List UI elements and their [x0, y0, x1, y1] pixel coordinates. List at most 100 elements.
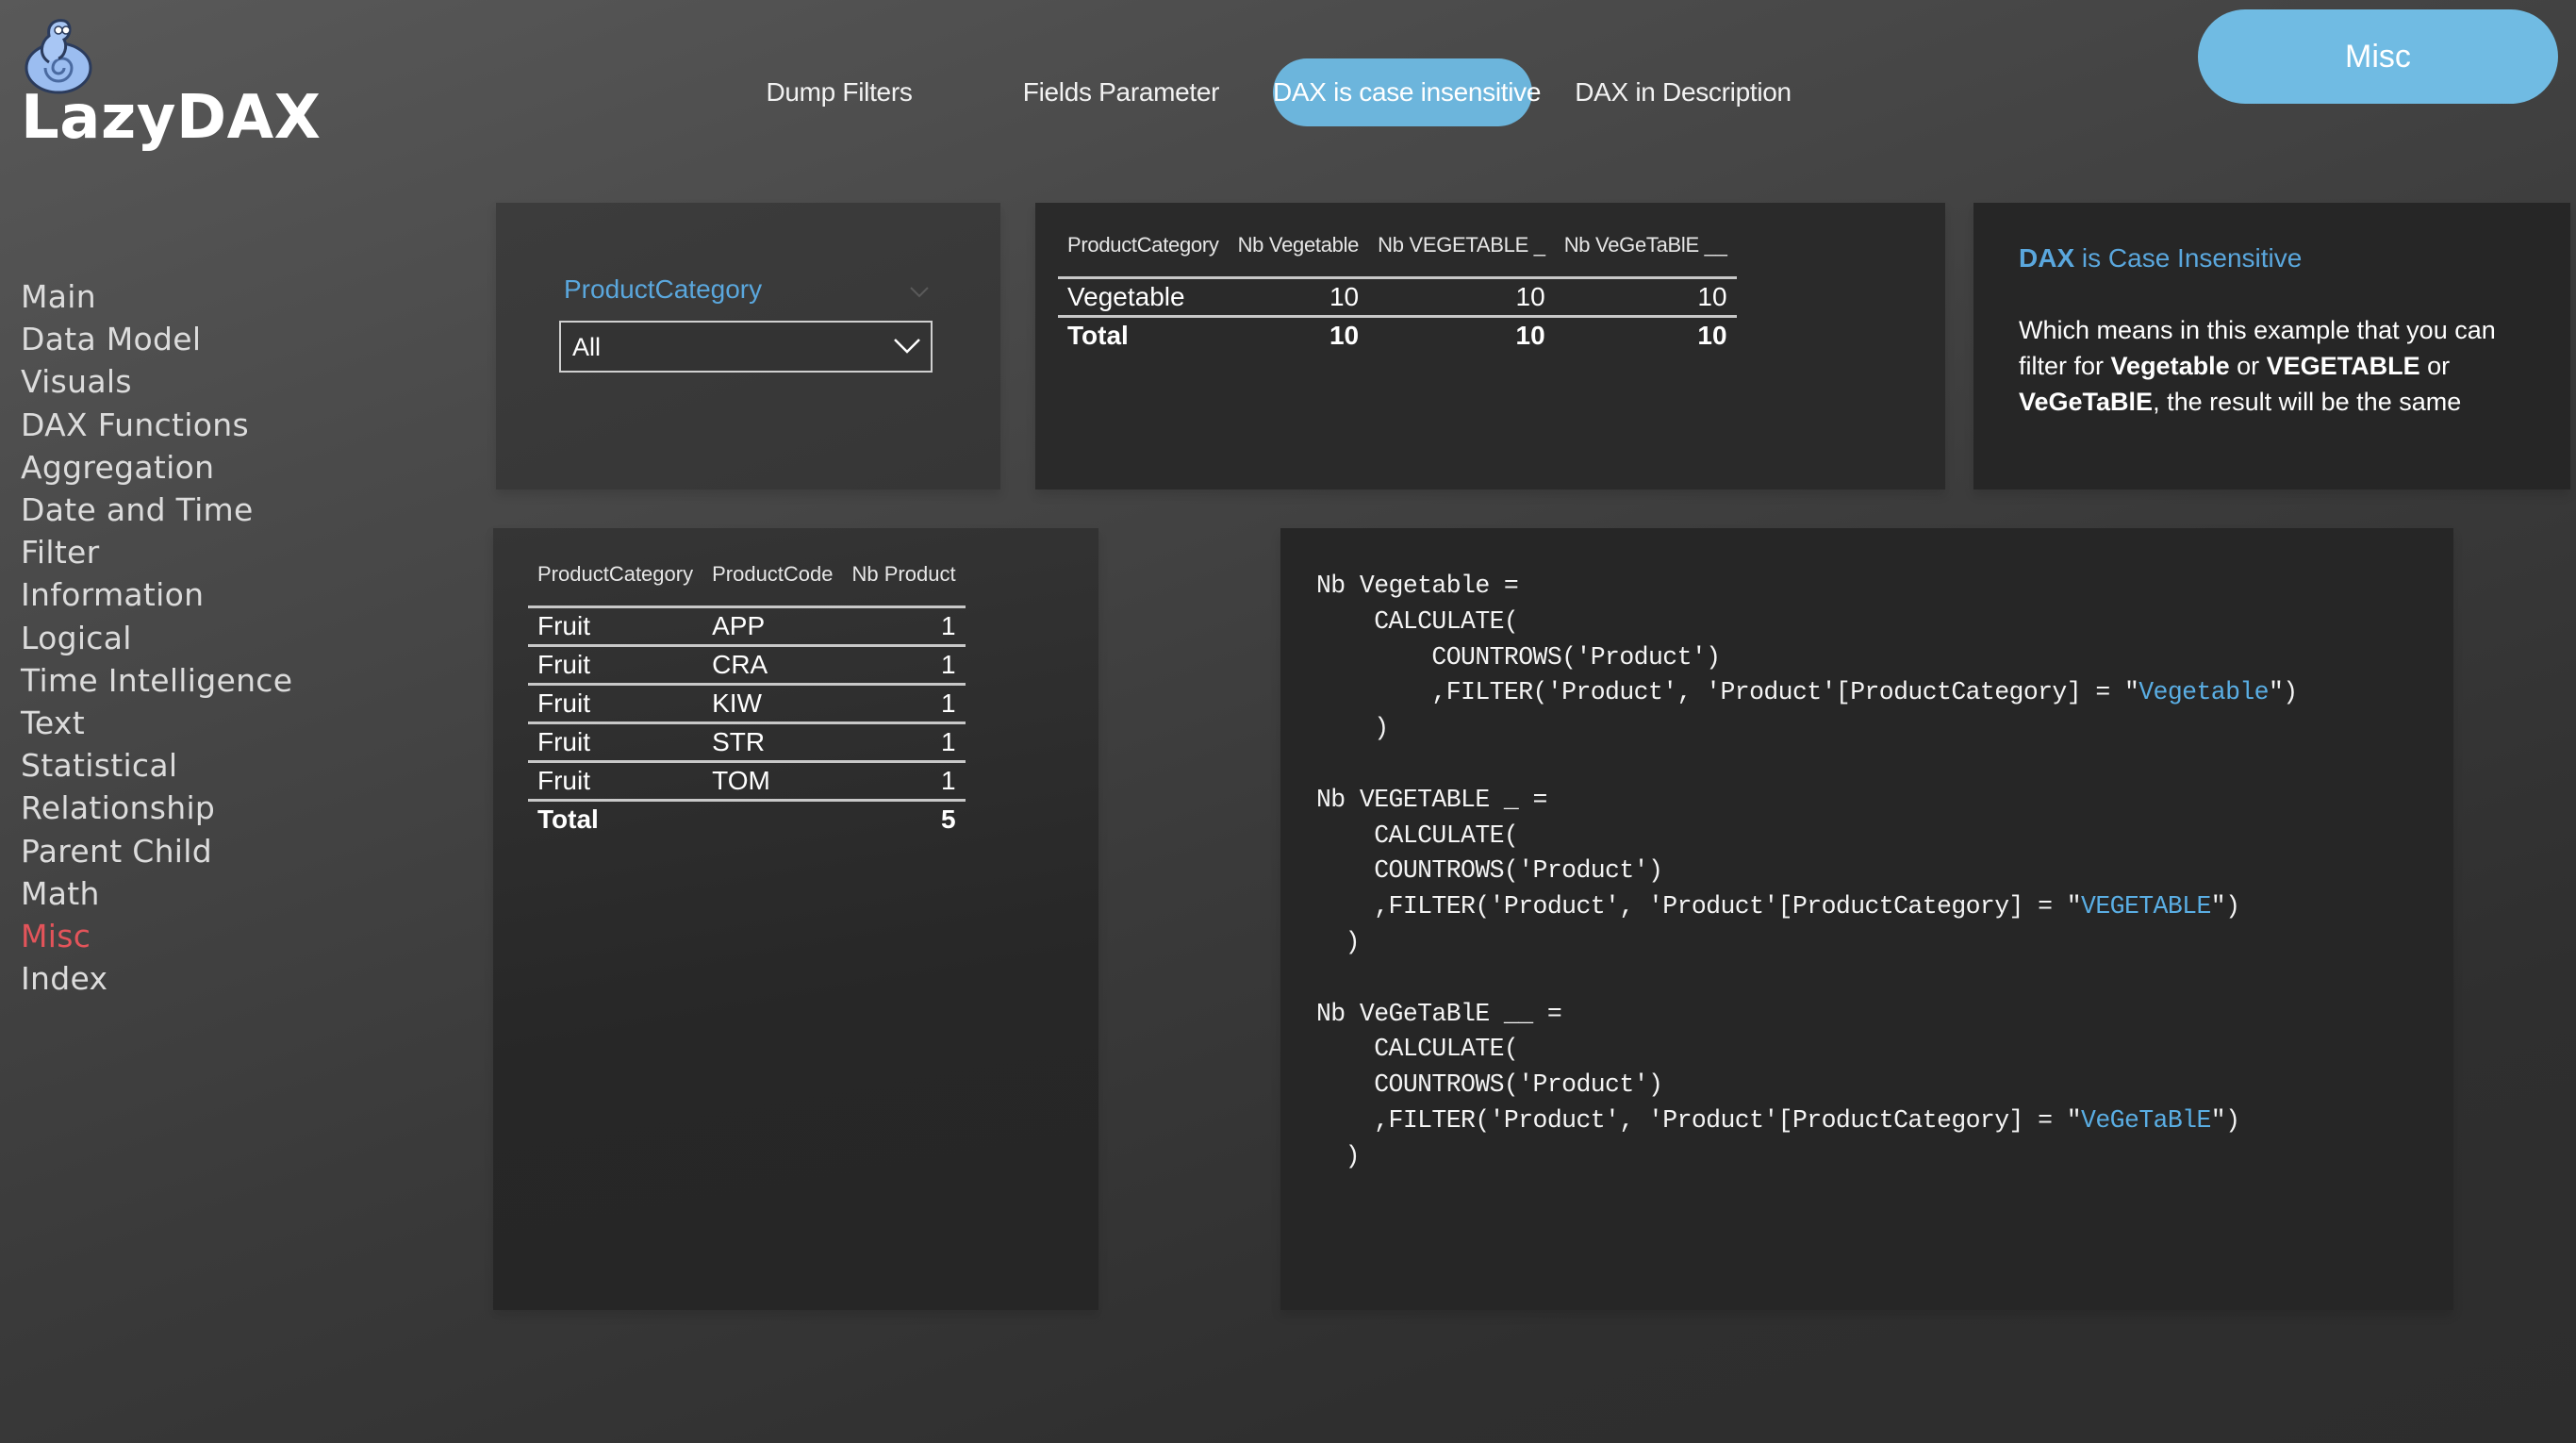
note-body: Which means in this example that you can… — [2019, 312, 2547, 420]
sidebar-item-filter[interactable]: Filter — [21, 531, 292, 573]
table-total-row: Total 5 — [528, 801, 966, 838]
code-line: COUNTROWS('Product') — [1316, 1068, 2298, 1103]
table-cell: 10 — [1228, 277, 1369, 318]
code-line: Nb VeGeTaBlE __ = — [1316, 997, 2298, 1033]
section-misc-button[interactable]: Misc — [2198, 9, 2558, 104]
note-text: or — [2229, 352, 2267, 380]
sidebar-item-aggregation[interactable]: Aggregation — [21, 446, 292, 489]
column-header[interactable]: Nb VeGeTaBlE __ — [1554, 214, 1737, 279]
table-row: Fruit STR 1 — [528, 722, 966, 763]
sidebar-item-math[interactable]: Math — [21, 872, 292, 915]
products-table: ProductCategory ProductCode Nb Product F… — [528, 543, 966, 838]
table-cell: TOM — [702, 761, 843, 802]
note-bold: VeGeTaBlE — [2019, 388, 2154, 416]
table-cell: 1 — [842, 722, 966, 763]
sidebar-item-text[interactable]: Text — [21, 702, 292, 744]
code-string-literal: VeGeTaBlE — [2081, 1105, 2211, 1135]
vegetable-count-matrix-panel: ProductCategory Nb Vegetable Nb VEGETABL… — [1035, 203, 1945, 489]
table-cell: Fruit — [528, 606, 703, 647]
code-line: ,FILTER('Product', 'Product'[ProductCate… — [1316, 1103, 2298, 1139]
slicer-header-chevron-icon[interactable] — [909, 286, 930, 299]
code-line: ) — [1316, 1139, 2298, 1175]
table-row: Fruit APP 1 — [528, 606, 966, 647]
code-text: ,FILTER('Product', 'Product'[ProductCate… — [1316, 678, 2139, 707]
app-logo-text: LazyDAX — [21, 83, 322, 153]
table-cell: 10 — [1554, 277, 1737, 318]
table-cell: Total — [1067, 321, 1129, 350]
sidebar-item-parent-child[interactable]: Parent Child — [21, 830, 292, 872]
nav-dax-case-insensitive[interactable]: DAX is case insensitive — [1273, 58, 1541, 126]
code-text: COUNTROWS('Product') — [1316, 1070, 1663, 1100]
code-text: ,FILTER('Product', 'Product'[ProductCate… — [1316, 892, 2082, 921]
nav-dump-filters[interactable]: Dump Filters — [754, 58, 924, 126]
snail-logo-icon — [21, 8, 94, 94]
code-string-literal: VEGETABLE — [2081, 892, 2211, 921]
sidebar-item-visuals[interactable]: Visuals — [21, 360, 292, 403]
vegetable-count-table: ProductCategory Nb Vegetable Nb VEGETABL… — [1058, 214, 1737, 354]
sidebar-item-dax-functions[interactable]: DAX Functions — [21, 404, 292, 446]
sidebar-item-index[interactable]: Index — [21, 957, 292, 1000]
code-text: Nb VeGeTaBlE __ = — [1316, 999, 1562, 1028]
code-text: ") — [2210, 892, 2240, 921]
column-header[interactable]: ProductCategory — [1058, 214, 1229, 279]
table-row: Fruit CRA 1 — [528, 645, 966, 686]
dax-code-panel: Nb Vegetable = CALCULATE( COUNTROWS('Pro… — [1280, 528, 2453, 1310]
code-line: ,FILTER('Product', 'Product'[ProductCate… — [1316, 675, 2298, 711]
table-cell: 10 — [1368, 277, 1555, 318]
code-text: CALCULATE( — [1316, 606, 1519, 636]
sidebar-item-relationship[interactable]: Relationship — [21, 787, 292, 829]
code-text: ") — [2210, 1105, 2240, 1135]
column-header[interactable]: ProductCategory — [528, 543, 703, 608]
product-category-dropdown[interactable]: All — [559, 321, 933, 373]
code-line: Nb Vegetable = — [1316, 569, 2298, 605]
sidebar-item-logical[interactable]: Logical — [21, 617, 292, 659]
column-header[interactable]: ProductCode — [702, 543, 843, 608]
sidebar-item-main[interactable]: Main — [21, 275, 292, 318]
slicer-title: ProductCategory — [564, 274, 763, 304]
sidebar-item-statistical[interactable]: Statistical — [21, 744, 292, 787]
note-title-bold: DAX — [2019, 243, 2075, 273]
table-row: Fruit KIW 1 — [528, 684, 966, 724]
note-text: , the result will be the same — [2153, 388, 2462, 416]
code-text: ) — [1316, 1141, 1361, 1170]
sidebar-item-information[interactable]: Information — [21, 573, 292, 616]
code-text: COUNTROWS('Product') — [1316, 642, 1721, 672]
table-cell: Fruit — [528, 761, 703, 802]
note-title-rest: is Case Insensitive — [2074, 243, 2303, 273]
table-cell: 10 — [1329, 321, 1360, 350]
note-title: DAX is Case Insensitive — [2019, 243, 2302, 274]
nav-dax-in-description[interactable]: DAX in Description — [1570, 58, 1796, 126]
sidebar-item-date-and-time[interactable]: Date and Time — [21, 489, 292, 531]
case-insensitive-note-panel: DAX is Case Insensitive Which means in t… — [1973, 203, 2570, 489]
column-header[interactable]: Nb VEGETABLE _ — [1368, 214, 1555, 279]
code-text: CALCULATE( — [1316, 1035, 1519, 1064]
column-header[interactable]: Nb Vegetable — [1228, 214, 1369, 279]
code-line: CALCULATE( — [1316, 605, 2298, 640]
code-text: CALCULATE( — [1316, 821, 1519, 850]
code-line: COUNTROWS('Product') — [1316, 854, 2298, 889]
product-category-slicer-panel: ProductCategory All — [496, 203, 1000, 489]
table-cell: Vegetable — [1058, 277, 1229, 318]
code-text: Nb Vegetable = — [1316, 572, 1519, 600]
table-cell: 1 — [842, 606, 966, 647]
sidebar-item-time-intelligence[interactable]: Time Intelligence — [21, 659, 292, 702]
table-row: Fruit TOM 1 — [528, 761, 966, 802]
code-text: COUNTROWS('Product') — [1316, 856, 1663, 886]
sidebar-item-misc[interactable]: Misc — [21, 915, 292, 957]
table-cell: 10 — [1515, 321, 1545, 350]
code-line: ,FILTER('Product', 'Product'[ProductCate… — [1316, 889, 2298, 925]
nav-fields-parameter[interactable]: Fields Parameter — [1018, 58, 1224, 126]
table-cell: Total — [537, 804, 599, 834]
code-text: ) — [1316, 927, 1361, 956]
code-text: Nb VEGETABLE _ = — [1316, 785, 1547, 814]
table-cell: STR — [702, 722, 843, 763]
code-line: CALCULATE( — [1316, 819, 2298, 854]
sidebar-item-data-model[interactable]: Data Model — [21, 318, 292, 360]
table-cell: 10 — [1697, 321, 1727, 350]
table-cell: 1 — [842, 761, 966, 802]
code-text: ) — [1316, 714, 1389, 743]
column-header[interactable]: Nb Product — [842, 543, 966, 608]
code-line: CALCULATE( — [1316, 1032, 2298, 1068]
